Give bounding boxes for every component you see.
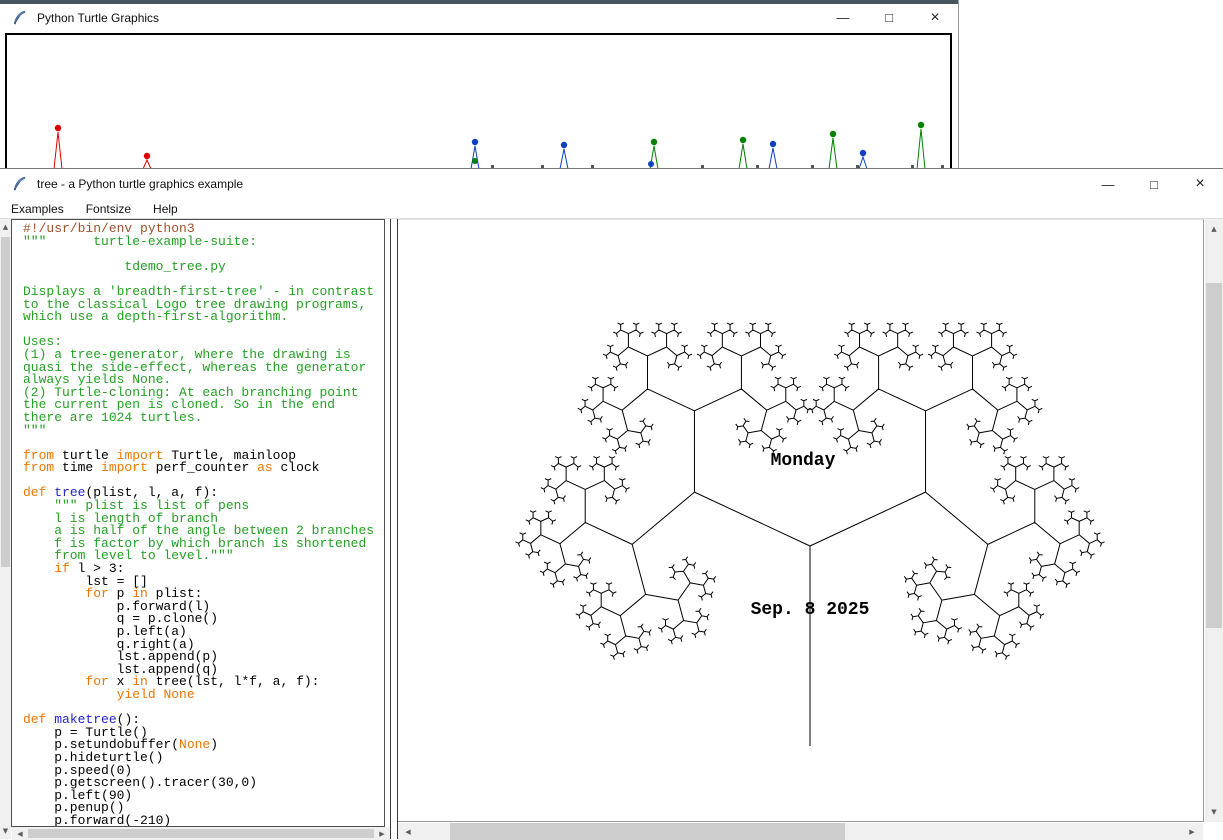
paned-content: ▲ ▼ #!/usr/bin/env python3""" turtle-exa… [0, 219, 1223, 839]
scroll-down-icon[interactable]: ▼ [1205, 805, 1223, 819]
close-button[interactable]: × [912, 4, 958, 31]
canvas-hscrollbar-thumb[interactable] [450, 823, 845, 840]
mini-tree-figure [560, 149, 568, 169]
menu-item-help[interactable]: Help [142, 202, 189, 216]
fractal-tree-svg: Monday Sep. 8 2025 [398, 220, 1203, 821]
background-window: Python Turtle Graphics — □ × [0, 0, 959, 169]
mini-tree-figure [54, 132, 62, 169]
turtle-canvas: Monday Sep. 8 2025 [398, 219, 1204, 822]
maximize-button[interactable]: □ [1131, 169, 1177, 199]
code-pane[interactable]: #!/usr/bin/env python3""" turtle-example… [11, 219, 385, 827]
minimize-button[interactable]: — [1085, 169, 1131, 199]
scroll-left-icon[interactable]: ◀ [401, 823, 415, 840]
code-line: """ turtle-example-suite: [23, 236, 374, 249]
scroll-up-icon[interactable]: ▲ [1205, 222, 1223, 236]
code-line: there are 1024 turtles. [23, 412, 374, 425]
code-line: p.forward(-210) [23, 815, 374, 827]
tk-feather-icon [12, 176, 28, 192]
code-text[interactable]: #!/usr/bin/env python3""" turtle-example… [23, 223, 374, 827]
turtle-dot [55, 125, 61, 131]
scroll-down-icon[interactable]: ▼ [0, 825, 11, 837]
canvas-vscrollbar[interactable]: ▲ ▼ [1205, 219, 1223, 822]
mini-tree-figure [829, 138, 837, 169]
turtle-dot [561, 142, 567, 148]
fractal-tree-path [515, 323, 1104, 746]
canvas-vscrollbar-thumb[interactable] [1206, 283, 1222, 628]
maximize-button[interactable]: □ [866, 4, 912, 31]
app-window: tree - a Python turtle graphics example … [0, 168, 1223, 839]
pane-sash[interactable] [390, 219, 398, 839]
window-title: tree - a Python turtle graphics example [37, 177, 243, 191]
menu-item-fontsize[interactable]: Fontsize [75, 202, 142, 216]
turtle-dot [651, 139, 657, 145]
scroll-right-icon[interactable]: ▶ [376, 827, 388, 840]
scroll-left-icon[interactable]: ◀ [14, 827, 26, 840]
code-hscrollbar[interactable]: ◀ ▶ [12, 827, 390, 840]
mini-tree-figure [769, 148, 777, 169]
turtle-dot [740, 137, 746, 143]
turtle-dot [860, 150, 866, 156]
code-line: yield None [23, 689, 374, 702]
turtle-dot [648, 161, 654, 167]
bg-titlebar[interactable]: Python Turtle Graphics — □ × [0, 4, 958, 31]
turtle-dot [144, 153, 150, 159]
scroll-right-icon[interactable]: ▶ [1185, 823, 1199, 840]
turtle-dot [472, 158, 478, 164]
canvas-text-label: Monday [771, 451, 836, 471]
app-titlebar[interactable]: tree - a Python turtle graphics example … [0, 169, 1223, 199]
code-line: from time import perf_counter as clock [23, 462, 374, 475]
code-vscrollbar-thumb[interactable] [1, 237, 10, 567]
turtle-figures-svg [7, 35, 950, 171]
menubar: Examples Fontsize Help [0, 199, 1223, 219]
code-line: """ [23, 425, 374, 438]
turtle-dot [918, 122, 924, 128]
close-button[interactable]: × [1177, 169, 1223, 199]
canvas-text-label: Sep. 8 2025 [751, 600, 870, 620]
code-hscrollbar-thumb[interactable] [28, 829, 374, 838]
minimize-button[interactable]: — [820, 4, 866, 31]
turtle-dot [830, 131, 836, 137]
code-vscrollbar[interactable]: ▲ ▼ [0, 219, 11, 839]
mini-tree-figure [471, 146, 479, 169]
canvas-hscrollbar[interactable]: ◀ ▶ [398, 823, 1203, 840]
code-line: which use a depth-first-algorithm. [23, 311, 374, 324]
tk-feather-icon [12, 10, 28, 26]
scroll-up-icon[interactable]: ▲ [0, 221, 11, 233]
turtle-dot [770, 141, 776, 147]
menu-item-examples[interactable]: Examples [0, 202, 75, 216]
window-title: Python Turtle Graphics [37, 11, 159, 25]
mini-tree-figure [739, 144, 747, 169]
code-line: tdemo_tree.py [23, 261, 374, 274]
code-line [23, 324, 374, 337]
turtle-dot [472, 139, 478, 145]
turtle-graphics-canvas [5, 33, 952, 171]
mini-tree-figure [917, 129, 925, 169]
